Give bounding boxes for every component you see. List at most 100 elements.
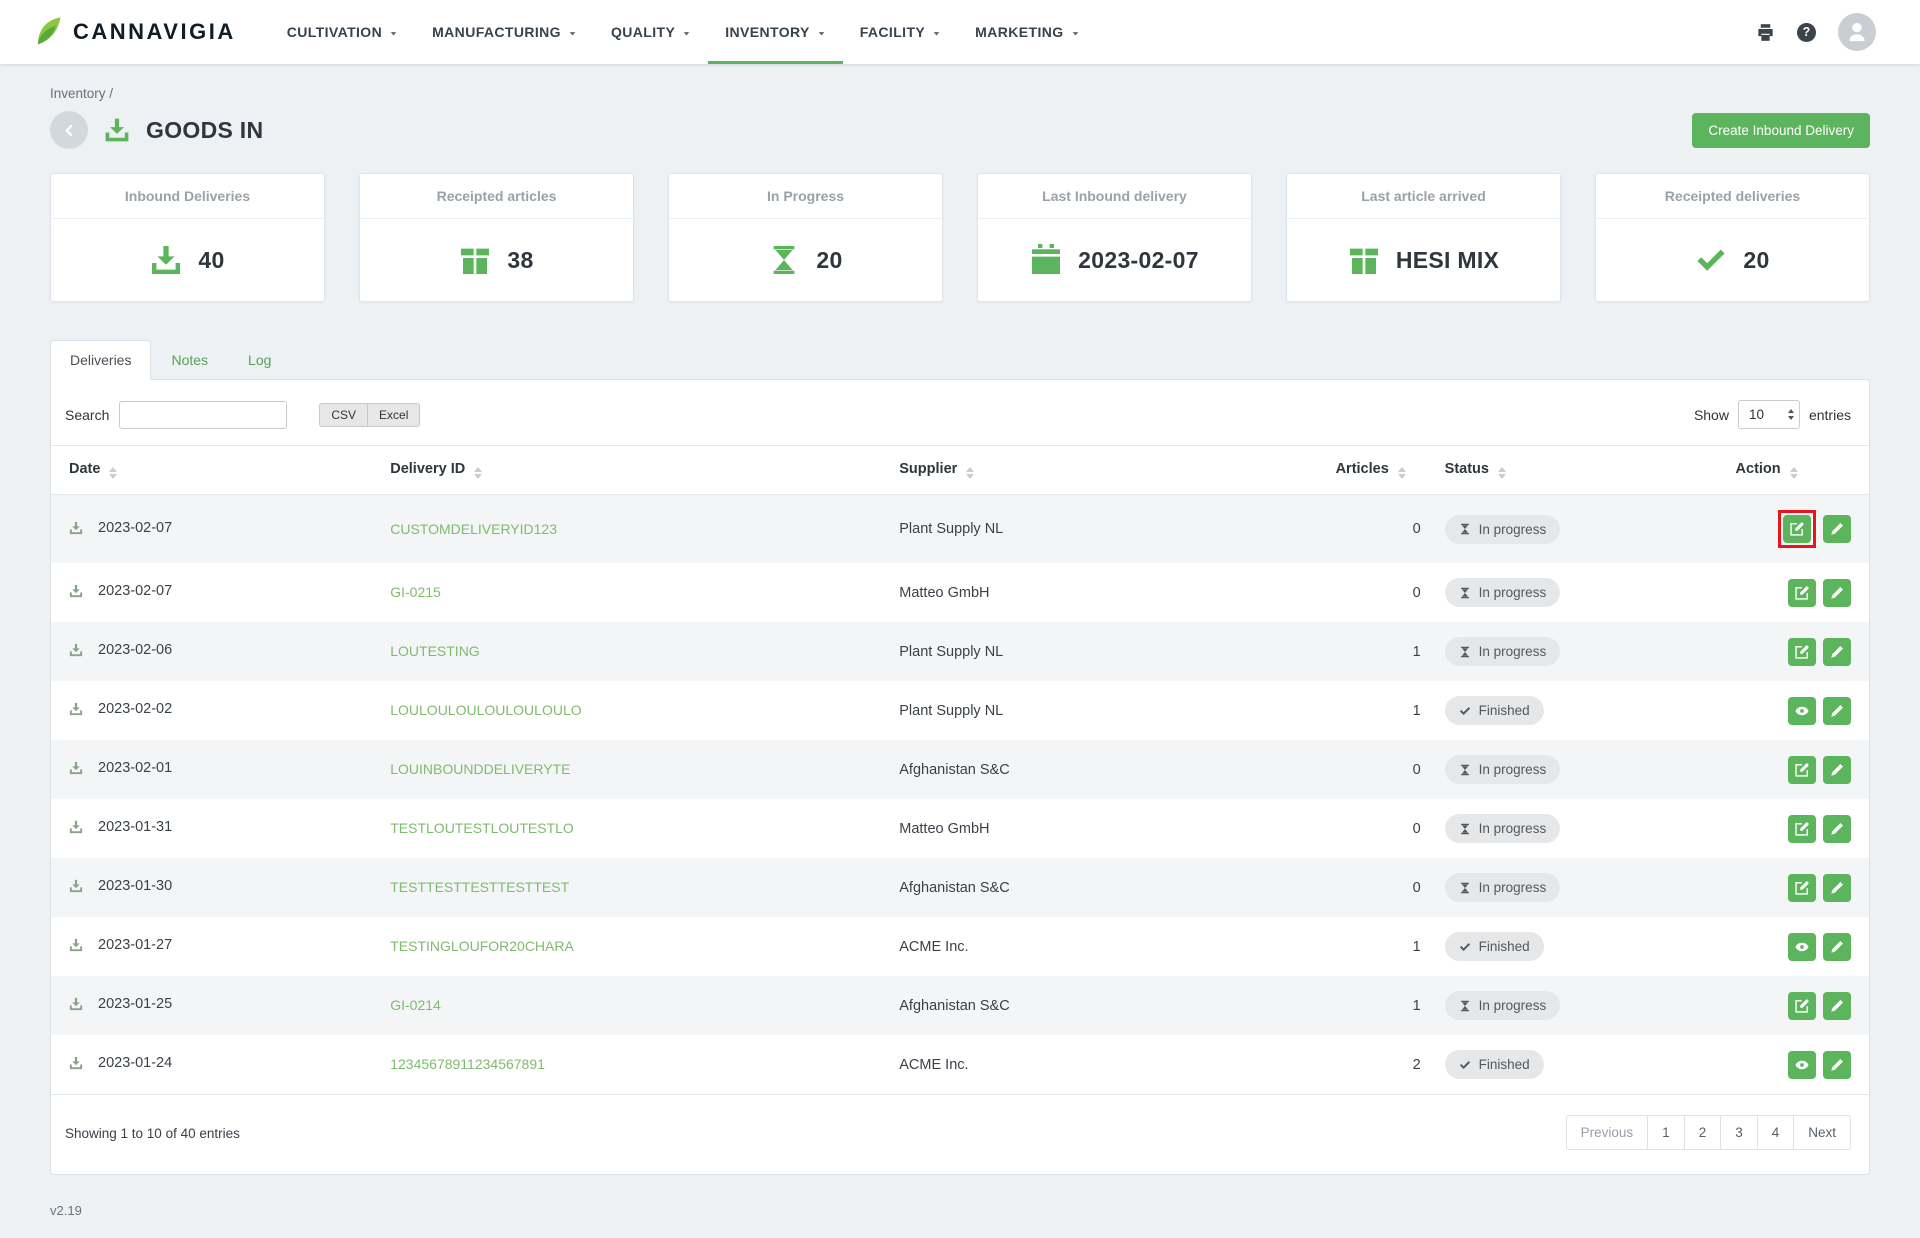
edit-button[interactable] [1788, 579, 1816, 607]
pencil-button[interactable] [1823, 515, 1851, 543]
delivery-id-link[interactable]: LOULOULOULOULOULOULO [390, 702, 581, 718]
delivery-id-link[interactable]: TESTINGLOUFOR20CHARA [390, 938, 574, 954]
sort-icon[interactable] [966, 467, 974, 479]
hourglass-icon [768, 244, 800, 276]
edit-button[interactable] [1788, 815, 1816, 843]
column-header-articles[interactable]: Articles [1324, 446, 1433, 495]
nav-item-inventory[interactable]: INVENTORY [708, 0, 843, 64]
delivery-id-link[interactable]: LOUTESTING [390, 643, 479, 659]
sort-icon[interactable] [1398, 467, 1406, 479]
status-badge: In progress [1445, 578, 1561, 607]
nav-item-manufacturing[interactable]: MANUFACTURING [415, 0, 594, 64]
articles-cell: 1 [1324, 976, 1433, 1035]
view-button[interactable] [1788, 1051, 1816, 1079]
delivery-id-link[interactable]: GI-0215 [390, 584, 441, 600]
spinner-arrows-icon[interactable] [1788, 409, 1794, 420]
nav-item-marketing[interactable]: MARKETING [958, 0, 1096, 64]
sort-icon[interactable] [474, 467, 482, 479]
edit-button[interactable] [1788, 756, 1816, 784]
status-badge: Finished [1445, 696, 1544, 725]
pencil-icon [1830, 999, 1844, 1013]
back-button[interactable] [50, 111, 88, 149]
nav-item-label: CULTIVATION [287, 24, 382, 40]
chevron-left-icon [62, 123, 77, 138]
column-header-date[interactable]: Date [51, 446, 378, 495]
page-button-4[interactable]: 4 [1757, 1115, 1795, 1150]
delivery-id-link[interactable]: CUSTOMDELIVERYID123 [390, 521, 557, 537]
page-button-next[interactable]: Next [1793, 1115, 1851, 1150]
tab-notes[interactable]: Notes [151, 340, 228, 380]
tab-deliveries[interactable]: Deliveries [50, 340, 151, 380]
view-button[interactable] [1788, 933, 1816, 961]
pencil-icon [1830, 763, 1844, 777]
pencil-button[interactable] [1823, 1051, 1851, 1079]
sort-icon[interactable] [109, 467, 117, 479]
column-header-delivery-id[interactable]: Delivery ID [378, 446, 887, 495]
page-button-1[interactable]: 1 [1647, 1115, 1685, 1150]
page-button-3[interactable]: 3 [1720, 1115, 1758, 1150]
goods-in-icon [69, 643, 83, 661]
status-cell: In progress [1433, 858, 1724, 917]
articles-cell: 0 [1324, 495, 1433, 564]
pencil-button[interactable] [1823, 579, 1851, 607]
breadcrumb[interactable]: Inventory / [50, 64, 113, 111]
sort-icon[interactable] [1498, 467, 1506, 479]
column-header-supplier[interactable]: Supplier [887, 446, 1323, 495]
pencil-icon [1830, 940, 1844, 954]
delivery-date-cell: 2023-02-07 [51, 495, 378, 564]
edit-button[interactable] [1788, 638, 1816, 666]
pencil-button[interactable] [1823, 815, 1851, 843]
delivery-date: 2023-01-30 [98, 878, 172, 894]
delivery-id-link[interactable]: TESTTESTTESTTESTTEST [390, 879, 569, 895]
search-input[interactable] [119, 401, 287, 429]
pencil-button[interactable] [1823, 933, 1851, 961]
entries-per-page-input[interactable]: 10 [1738, 400, 1800, 429]
column-label: Supplier [899, 461, 957, 477]
nav-item-facility[interactable]: FACILITY [843, 0, 958, 64]
nav-item-quality[interactable]: QUALITY [594, 0, 708, 64]
hourglass-icon [1459, 523, 1471, 535]
tab-log[interactable]: Log [228, 340, 291, 380]
edit-button[interactable] [1788, 874, 1816, 902]
entries-per-page-value: 10 [1749, 407, 1764, 422]
page-button-2[interactable]: 2 [1684, 1115, 1722, 1150]
csv-export-button[interactable]: CSV [319, 403, 367, 427]
pencil-button[interactable] [1823, 638, 1851, 666]
delivery-id-link[interactable]: 12345678911234567891 [390, 1056, 545, 1072]
print-button[interactable] [1756, 23, 1775, 42]
pencil-button[interactable] [1823, 992, 1851, 1020]
pencil-button[interactable] [1823, 697, 1851, 725]
page-button-previous[interactable]: Previous [1566, 1115, 1649, 1150]
delivery-id-cell: LOULOULOULOULOULOULO [378, 681, 887, 740]
hourglass-icon [1459, 587, 1471, 599]
pencil-button[interactable] [1823, 756, 1851, 784]
chevron-down-icon [389, 29, 398, 38]
chevron-down-icon [817, 29, 826, 38]
articles-cell: 0 [1324, 740, 1433, 799]
create-inbound-delivery-button[interactable]: Create Inbound Delivery [1692, 113, 1870, 148]
nav-item-cultivation[interactable]: CULTIVATION [270, 0, 415, 64]
brand-logo[interactable]: CANNAVIGIA [30, 0, 236, 64]
delivery-id-link[interactable]: GI-0214 [390, 997, 441, 1013]
delivery-id-link[interactable]: TESTLOUTESTLOUTESTLO [390, 820, 574, 836]
view-button[interactable] [1788, 697, 1816, 725]
user-avatar[interactable] [1838, 13, 1876, 51]
sort-icon[interactable] [1790, 467, 1798, 479]
column-label: Status [1445, 461, 1489, 477]
goods-in-icon [69, 584, 83, 602]
page-header: GOODS IN Create Inbound Delivery [50, 111, 1870, 149]
column-header-action[interactable]: Action [1724, 446, 1869, 495]
delivery-id-link[interactable]: LOUINBOUNDDELIVERYTE [390, 761, 570, 777]
excel-export-button[interactable]: Excel [367, 403, 420, 427]
status-label: In progress [1479, 522, 1547, 537]
help-button[interactable]: ? [1797, 23, 1816, 42]
chevron-down-icon [932, 29, 941, 38]
pencil-button[interactable] [1823, 874, 1851, 902]
edit-button[interactable] [1788, 992, 1816, 1020]
supplier-cell: ACME Inc. [887, 1035, 1323, 1095]
table-row: 2023-01-25GI-0214Afghanistan S&C1In prog… [51, 976, 1869, 1035]
edit-button[interactable] [1783, 515, 1811, 543]
download-icon [69, 1056, 83, 1070]
column-header-status[interactable]: Status [1433, 446, 1724, 495]
articles-cell: 1 [1324, 917, 1433, 976]
